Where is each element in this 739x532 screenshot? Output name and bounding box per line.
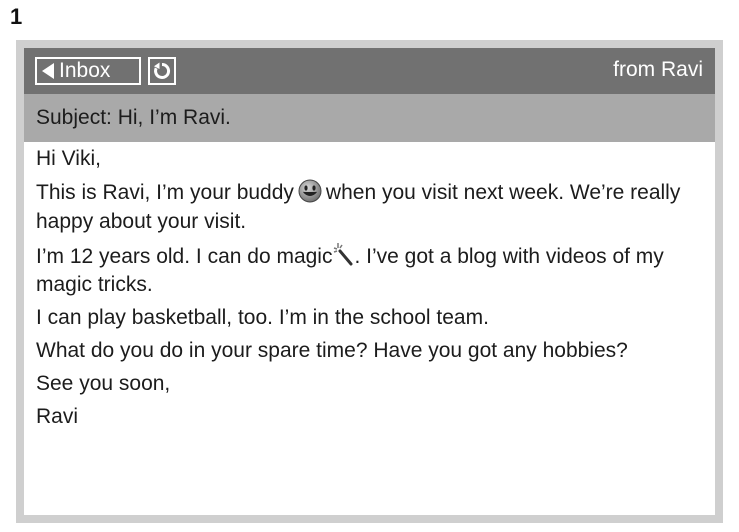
email-topbar: Inbox from Ravi xyxy=(24,48,715,94)
subject-text: Subject: Hi, I’m Ravi. xyxy=(36,106,231,129)
message-greeting: Hi Viki, xyxy=(36,147,101,170)
message-signature: Ravi xyxy=(36,405,79,428)
refresh-icon xyxy=(154,62,171,79)
message-paragraph: I’m 12 years old. I can do magic. I’ve g… xyxy=(36,242,703,297)
subject-line: Subject: Hi, I’m Ravi. xyxy=(24,94,715,142)
inbox-back-button[interactable]: Inbox xyxy=(35,57,141,85)
message-text: I’m 12 years old. I can do magic xyxy=(36,245,333,268)
magic-wand-icon xyxy=(332,242,354,272)
device-frame: Inbox from Ravi Subject: Hi, I’m Ravi. H… xyxy=(16,40,723,523)
message-paragraph: What do you do in your spare time? Have … xyxy=(36,339,628,362)
smiley-icon xyxy=(297,179,323,209)
message-paragraph: This is Ravi, I’m your buddy when you vis… xyxy=(36,179,703,234)
message-paragraph: I can play basketball, too. I’m in the s… xyxy=(36,306,489,329)
message-text: This is Ravi, I’m your buddy xyxy=(36,181,294,204)
email-screen: Inbox from Ravi Subject: Hi, I’m Ravi. H… xyxy=(24,48,715,515)
inbox-back-label: Inbox xyxy=(59,59,111,82)
left-triangle-icon xyxy=(42,63,54,79)
sender-label: from Ravi xyxy=(613,58,703,81)
message-closing: See you soon, xyxy=(36,372,171,395)
message-body: Hi Viki, This is Ravi, I’m your buddy whe… xyxy=(24,142,715,429)
refresh-button[interactable] xyxy=(148,57,176,85)
exercise-number: 1 xyxy=(10,4,23,29)
